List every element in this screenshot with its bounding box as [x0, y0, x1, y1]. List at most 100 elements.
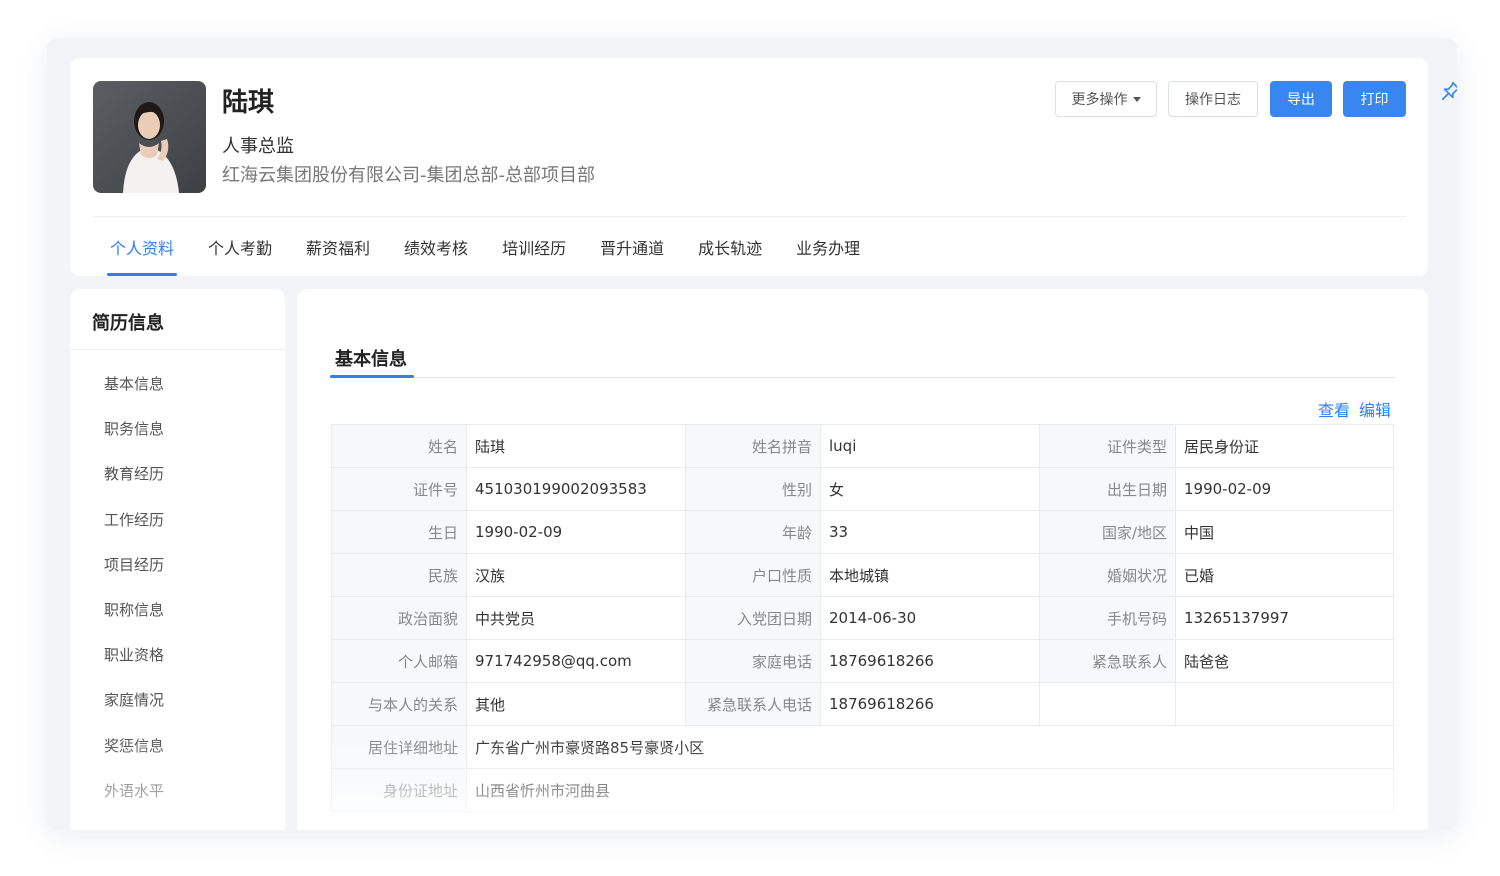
field-value-empty	[1175, 682, 1394, 726]
tab-business[interactable]: 业务办理	[779, 217, 877, 276]
field-value: 971742958@qq.com	[466, 639, 686, 683]
field-value: 1990-02-09	[466, 510, 686, 554]
table-row: 个人邮箱 971742958@qq.com 家庭电话 18769618266 紧…	[331, 639, 1394, 683]
caret-down-icon	[1132, 96, 1141, 102]
field-label-empty	[1039, 682, 1176, 726]
field-value: 其他	[466, 682, 686, 726]
tab-training[interactable]: 培训经历	[485, 217, 583, 276]
table-row: 居住详细地址 广东省广州市豪贤路85号豪贤小区	[331, 725, 1394, 769]
table-row: 政治面貌 中共党员 入党团日期 2014-06-30 手机号码 13265137…	[331, 596, 1394, 640]
export-label: 导出	[1287, 92, 1315, 108]
table-row: 民族 汉族 户口性质 本地城镇 婚姻状况 已婚	[331, 553, 1394, 597]
field-value: 山西省忻州市河曲县	[466, 768, 1394, 812]
field-value: 18769618266	[820, 639, 1040, 683]
avatar	[93, 81, 206, 193]
sidebar-item-position[interactable]: 职务信息	[104, 419, 164, 464]
field-label: 紧急联系人电话	[685, 682, 821, 726]
field-label: 证件号	[331, 467, 467, 511]
field-value: 广东省广州市豪贤路85号豪贤小区	[466, 725, 1394, 769]
field-value: 451030199002093583	[466, 467, 686, 511]
field-value: 陆爸爸	[1175, 639, 1394, 683]
sidebar-item-rewards[interactable]: 奖惩信息	[104, 736, 164, 781]
more-actions-label: 更多操作	[1071, 92, 1128, 108]
section-divider	[330, 377, 1395, 378]
pin-icon[interactable]	[1440, 80, 1457, 102]
table-row: 姓名 陆琪 姓名拼音 luqi 证件类型 居民身份证	[331, 424, 1394, 468]
field-value: 陆琪	[466, 424, 686, 468]
more-actions-button[interactable]: 更多操作	[1055, 81, 1157, 117]
sidebar-list: 基本信息 职务信息 教育经历 工作经历 项目经历 职称信息 职业资格 家庭情况 …	[104, 374, 164, 826]
field-label: 民族	[331, 553, 467, 597]
field-label: 性别	[685, 467, 821, 511]
field-value: 13265137997	[1175, 596, 1394, 640]
field-value: 女	[820, 467, 1040, 511]
field-label: 居住详细地址	[331, 725, 467, 769]
operation-log-button[interactable]: 操作日志	[1168, 81, 1258, 117]
field-label: 出生日期	[1039, 467, 1176, 511]
field-label: 身份证地址	[331, 768, 467, 812]
field-label: 证件类型	[1039, 424, 1176, 468]
sidebar-item-project[interactable]: 项目经历	[104, 555, 164, 600]
tab-salary[interactable]: 薪资福利	[289, 217, 387, 276]
field-value: 中国	[1175, 510, 1394, 554]
field-label: 家庭电话	[685, 639, 821, 683]
operation-log-label: 操作日志	[1185, 92, 1241, 108]
field-label: 姓名	[331, 424, 467, 468]
print-button[interactable]: 打印	[1343, 81, 1406, 117]
edit-link[interactable]: 编辑	[1359, 397, 1391, 421]
table-row: 与本人的关系 其他 紧急联系人电话 18769618266	[331, 682, 1394, 726]
table-row: 生日 1990-02-09 年龄 33 国家/地区 中国	[331, 510, 1394, 554]
section-actions: 查看 编辑	[1318, 397, 1391, 421]
sidebar-title: 简历信息	[92, 313, 164, 334]
field-value: 中共党员	[466, 596, 686, 640]
profile-tabs: 个人资料 个人考勤 薪资福利 绩效考核 培训经历 晋升通道 成长轨迹 业务办理	[93, 217, 877, 276]
sidebar-item-education[interactable]: 教育经历	[104, 464, 164, 509]
field-label: 生日	[331, 510, 467, 554]
sidebar-item-language[interactable]: 外语水平	[104, 781, 164, 826]
sidebar-fade	[70, 739, 285, 830]
table-row: 证件号 451030199002093583 性别 女 出生日期 1990-02…	[331, 467, 1394, 511]
basic-info-table: 姓名 陆琪 姓名拼音 luqi 证件类型 居民身份证 证件号 451030199…	[331, 424, 1394, 812]
field-label: 与本人的关系	[331, 682, 467, 726]
sidebar-item-work[interactable]: 工作经历	[104, 510, 164, 555]
sidebar-item-basic[interactable]: 基本信息	[104, 374, 164, 419]
sidebar-item-title[interactable]: 职称信息	[104, 600, 164, 645]
tab-promotion[interactable]: 晋升通道	[583, 217, 681, 276]
section-title: 基本信息	[335, 349, 407, 370]
field-value: 1990-02-09	[1175, 467, 1394, 511]
profile-org: 红海云集团股份有限公司-集团总部-总部项目部	[222, 165, 595, 186]
sidebar-item-family[interactable]: 家庭情况	[104, 690, 164, 735]
field-value: 汉族	[466, 553, 686, 597]
resume-sidebar: 简历信息 基本信息 职务信息 教育经历 工作经历 项目经历 职称信息 职业资格 …	[70, 289, 285, 830]
field-value: luqi	[820, 424, 1040, 468]
tab-attendance[interactable]: 个人考勤	[191, 217, 289, 276]
field-value: 2014-06-30	[820, 596, 1040, 640]
table-row: 身份证地址 山西省忻州市河曲县	[331, 768, 1394, 812]
basic-info-panel: 基本信息 查看 编辑 姓名 陆琪 姓名拼音 luqi 证件类型 居民身份证 证件…	[297, 289, 1428, 830]
field-label: 入党团日期	[685, 596, 821, 640]
field-label: 姓名拼音	[685, 424, 821, 468]
field-label: 紧急联系人	[1039, 639, 1176, 683]
field-value: 已婚	[1175, 553, 1394, 597]
tab-growth[interactable]: 成长轨迹	[681, 217, 779, 276]
field-label: 婚姻状况	[1039, 553, 1176, 597]
view-link[interactable]: 查看	[1318, 397, 1350, 421]
field-value: 18769618266	[820, 682, 1040, 726]
field-value: 本地城镇	[820, 553, 1040, 597]
profile-name: 陆琪	[222, 88, 275, 118]
export-button[interactable]: 导出	[1270, 81, 1332, 117]
field-label: 个人邮箱	[331, 639, 467, 683]
print-label: 打印	[1360, 92, 1389, 108]
field-label: 年龄	[685, 510, 821, 554]
section-title-underline	[330, 375, 414, 378]
field-label: 手机号码	[1039, 596, 1176, 640]
profile-header: 陆琪 人事总监 红海云集团股份有限公司-集团总部-总部项目部 更多操作 操作日志…	[70, 58, 1457, 276]
sidebar-item-qualification[interactable]: 职业资格	[104, 645, 164, 690]
profile-title: 人事总监	[222, 136, 294, 157]
tab-personal-info[interactable]: 个人资料	[93, 217, 191, 276]
tab-performance[interactable]: 绩效考核	[387, 217, 485, 276]
field-label: 户口性质	[685, 553, 821, 597]
field-value: 居民身份证	[1175, 424, 1394, 468]
sidebar-divider	[70, 349, 285, 350]
field-value: 33	[820, 510, 1040, 554]
